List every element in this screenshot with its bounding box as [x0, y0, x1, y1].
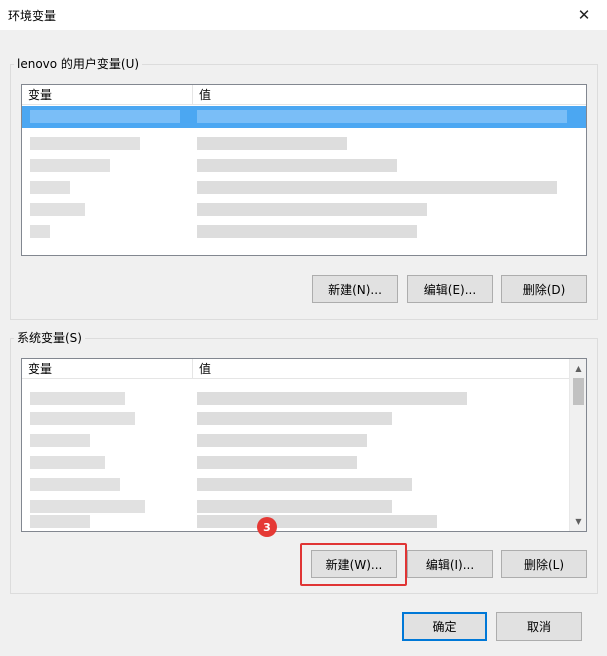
chevron-up-icon[interactable]: ▲ — [570, 360, 586, 377]
blurred-variable-value — [197, 392, 467, 405]
user-edit-button[interactable]: 编辑(E)... — [407, 275, 493, 303]
blurred-variable-name — [30, 392, 125, 405]
user-variables-legend: lenovo 的用户变量(U) — [14, 57, 143, 71]
ok-button[interactable]: 确定 — [402, 612, 487, 641]
blurred-variable-name — [30, 225, 50, 238]
blurred-variable-value — [197, 412, 392, 425]
cancel-button[interactable]: 取消 — [496, 612, 582, 641]
step-badge: 3 — [257, 517, 277, 537]
list-item[interactable] — [22, 154, 586, 176]
window-title: 环境变量 — [8, 9, 57, 23]
user-new-button[interactable]: 新建(N)... — [312, 275, 398, 303]
scrollbar-thumb[interactable] — [573, 378, 584, 405]
blurred-variable-name — [30, 203, 85, 216]
list-item[interactable] — [22, 387, 569, 409]
system-variables-list[interactable]: 变量 值 ▲ ▼ — [21, 358, 587, 532]
column-header-value[interactable]: 值 — [192, 85, 586, 105]
chevron-down-icon[interactable]: ▼ — [570, 513, 586, 530]
list-item[interactable] — [22, 220, 586, 242]
list-item[interactable] — [22, 429, 569, 451]
title-bar: 环境变量 ✕ — [0, 0, 607, 30]
column-header-variable[interactable]: 变量 — [22, 85, 192, 105]
list-item[interactable] — [22, 473, 569, 495]
blurred-variable-name — [30, 159, 110, 172]
blurred-variable-value — [197, 181, 557, 194]
blurred-variable-value — [197, 434, 367, 447]
list-item[interactable] — [22, 176, 586, 198]
blurred-variable-value — [197, 203, 427, 216]
system-variables-legend: 系统变量(S) — [14, 331, 85, 345]
system-list-scrollbar[interactable]: ▲ ▼ — [569, 359, 586, 531]
blurred-variable-name — [30, 110, 180, 123]
blurred-variable-value — [197, 137, 347, 150]
blurred-variable-value — [197, 159, 397, 172]
user-delete-button[interactable]: 删除(D) — [501, 275, 587, 303]
blurred-variable-name — [30, 515, 90, 528]
system-edit-button[interactable]: 编辑(I)... — [407, 550, 493, 578]
close-icon: ✕ — [577, 6, 591, 24]
system-list-header: 变量 值 — [22, 359, 569, 379]
blurred-variable-value — [197, 110, 567, 123]
list-item-selected[interactable] — [22, 106, 586, 128]
list-item[interactable] — [22, 451, 569, 473]
blurred-variable-name — [30, 181, 70, 194]
user-list-header: 变量 值 — [22, 85, 586, 105]
list-item[interactable] — [22, 198, 586, 220]
system-delete-button[interactable]: 删除(L) — [501, 550, 587, 578]
blurred-variable-name — [30, 456, 105, 469]
list-item[interactable] — [22, 407, 569, 429]
blurred-variable-name — [30, 137, 140, 150]
blurred-variable-value — [197, 225, 417, 238]
blurred-variable-value — [197, 515, 437, 528]
user-variables-list[interactable]: 变量 值 — [21, 84, 587, 256]
system-new-button[interactable]: 新建(W)... — [311, 550, 397, 578]
list-item[interactable] — [22, 132, 586, 154]
close-button[interactable]: ✕ — [561, 0, 607, 30]
column-header-value[interactable]: 值 — [192, 359, 571, 379]
blurred-variable-value — [197, 478, 412, 491]
column-header-variable[interactable]: 变量 — [22, 359, 192, 379]
blurred-variable-name — [30, 478, 120, 491]
blurred-variable-name — [30, 434, 90, 447]
list-item[interactable] — [22, 511, 569, 531]
blurred-variable-value — [197, 456, 357, 469]
blurred-variable-name — [30, 412, 135, 425]
